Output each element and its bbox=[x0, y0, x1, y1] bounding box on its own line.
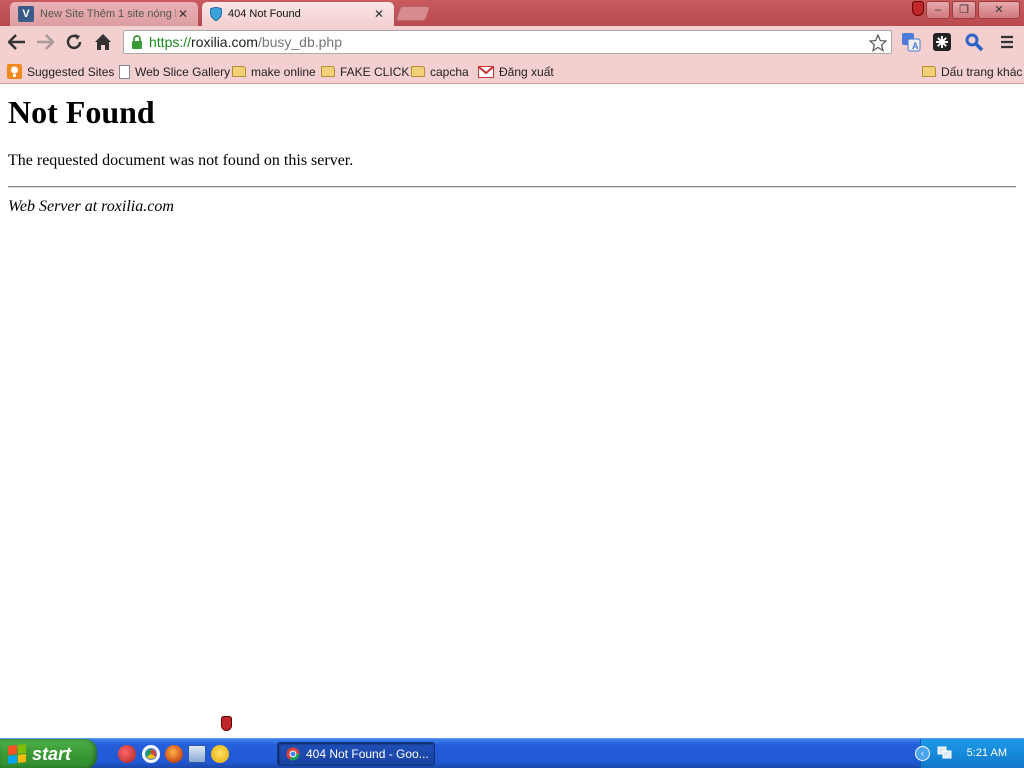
tray-expand-icon[interactable]: ‹ bbox=[915, 746, 930, 761]
page-content: Not Found The requested document was not… bbox=[0, 85, 1024, 735]
system-tray: ‹ 5:21 AM bbox=[915, 739, 1024, 768]
bookmark-label: make online bbox=[251, 64, 316, 79]
page-heading: Not Found bbox=[8, 94, 155, 130]
puzzle-icon bbox=[933, 33, 951, 51]
restore-button[interactable]: ❐ bbox=[952, 1, 976, 19]
bookmark-other[interactable]: Dấu trang khác bbox=[922, 63, 1022, 80]
bookmark-suggested-sites[interactable]: Suggested Sites bbox=[7, 63, 114, 80]
star-icon bbox=[869, 34, 887, 52]
new-tab-button[interactable] bbox=[395, 6, 431, 21]
window-title-bar: V New Site Thêm 1 site nóng h ✕ 404 Not … bbox=[0, 0, 1024, 26]
reload-button[interactable] bbox=[63, 32, 85, 52]
menu-icon bbox=[1001, 35, 1013, 49]
bookmark-logout[interactable]: Đăng xuất bbox=[478, 63, 554, 80]
windows-logo-icon bbox=[8, 744, 26, 764]
search-icon bbox=[965, 33, 984, 52]
tab-close-icon[interactable]: ✕ bbox=[176, 7, 190, 21]
chrome-icon bbox=[286, 747, 300, 761]
back-button[interactable] bbox=[6, 32, 28, 52]
quicklaunch-app-icon[interactable] bbox=[118, 745, 136, 763]
translate-extension-button[interactable]: A bbox=[900, 31, 922, 53]
shield-icon bbox=[221, 716, 232, 731]
bookmark-label: capcha bbox=[430, 64, 469, 79]
folder-icon bbox=[232, 66, 246, 77]
address-bar[interactable]: https://roxilia.com/busy_db.php bbox=[123, 30, 892, 54]
server-signature: Web Server at roxilia.com bbox=[8, 198, 174, 215]
lock-icon bbox=[128, 33, 146, 51]
chrome-menu-button[interactable] bbox=[996, 31, 1018, 53]
translate-icon: A bbox=[902, 33, 921, 52]
bookmark-fake-click[interactable]: FAKE CLICK bbox=[321, 63, 409, 80]
folder-icon bbox=[922, 66, 936, 77]
clock[interactable]: 5:21 AM bbox=[967, 747, 1007, 759]
bookmark-star-button[interactable] bbox=[868, 33, 888, 53]
reload-icon bbox=[66, 34, 82, 50]
page-icon bbox=[119, 64, 130, 79]
bookmark-label: Suggested Sites bbox=[27, 64, 115, 79]
bookmark-capcha[interactable]: capcha bbox=[411, 63, 469, 80]
minimize-button[interactable]: – bbox=[926, 1, 950, 19]
folder-icon bbox=[411, 66, 425, 77]
error-message: The requested document was not found on … bbox=[8, 152, 354, 169]
tab-new-site[interactable]: V New Site Thêm 1 site nóng h ✕ bbox=[10, 2, 198, 26]
browser-toolbar: https://roxilia.com/busy_db.php A bbox=[0, 26, 1024, 59]
bookmark-label: Web Slice Gallery bbox=[135, 64, 231, 79]
gmail-icon bbox=[478, 65, 494, 78]
window-controls: – ❐ ✕ bbox=[926, 1, 1020, 19]
network-icon[interactable] bbox=[937, 746, 953, 760]
divider bbox=[8, 186, 1016, 188]
show-desktop-icon[interactable] bbox=[188, 745, 206, 763]
taskbar-window-button[interactable]: 404 Not Found - Goo... bbox=[277, 742, 435, 766]
site-favicon-icon: V bbox=[18, 6, 34, 22]
bookmark-label: Đăng xuất bbox=[499, 64, 554, 79]
close-button[interactable]: ✕ bbox=[978, 1, 1020, 19]
tab-close-icon[interactable]: ✕ bbox=[372, 7, 386, 21]
bookmark-label: FAKE CLICK bbox=[340, 64, 410, 79]
chrome-icon[interactable] bbox=[142, 745, 160, 763]
url-text: https://roxilia.com/busy_db.php bbox=[149, 34, 342, 50]
taskbar: start 404 Not Found - Goo... ‹ 5:21 AM bbox=[0, 738, 1024, 768]
url-host: roxilia.com bbox=[191, 34, 258, 50]
messenger-icon[interactable] bbox=[211, 745, 229, 763]
start-button[interactable]: start bbox=[0, 739, 97, 768]
tab-title: New Site Thêm 1 site nóng h bbox=[40, 8, 176, 20]
search-extension-button[interactable] bbox=[963, 31, 985, 53]
home-button[interactable] bbox=[92, 32, 114, 52]
url-path: /busy_db.php bbox=[257, 34, 343, 50]
svg-text:A: A bbox=[912, 41, 919, 51]
url-scheme: https:// bbox=[149, 34, 192, 50]
bookmark-label: Dấu trang khác bbox=[941, 64, 1023, 79]
bookmarks-bar: Suggested Sites Web Slice Gallery make o… bbox=[0, 59, 1024, 84]
forward-arrow-icon bbox=[37, 34, 54, 50]
forward-button[interactable] bbox=[34, 32, 56, 52]
folder-icon bbox=[321, 66, 335, 77]
shield-icon bbox=[912, 1, 924, 16]
tab-404-not-found[interactable]: 404 Not Found ✕ bbox=[202, 2, 394, 26]
home-icon bbox=[95, 34, 111, 50]
extension-button[interactable] bbox=[931, 31, 953, 53]
back-arrow-icon bbox=[8, 34, 25, 50]
bookmark-web-slice-gallery[interactable]: Web Slice Gallery bbox=[119, 63, 230, 80]
bookmark-make-online[interactable]: make online bbox=[232, 63, 316, 80]
taskbar-window-title: 404 Not Found - Goo... bbox=[306, 747, 429, 761]
tab-title: 404 Not Found bbox=[228, 8, 301, 20]
firefox-icon[interactable] bbox=[165, 745, 183, 763]
shield-favicon-icon bbox=[210, 7, 222, 21]
start-label: start bbox=[32, 743, 72, 764]
suggested-sites-icon bbox=[7, 64, 22, 79]
